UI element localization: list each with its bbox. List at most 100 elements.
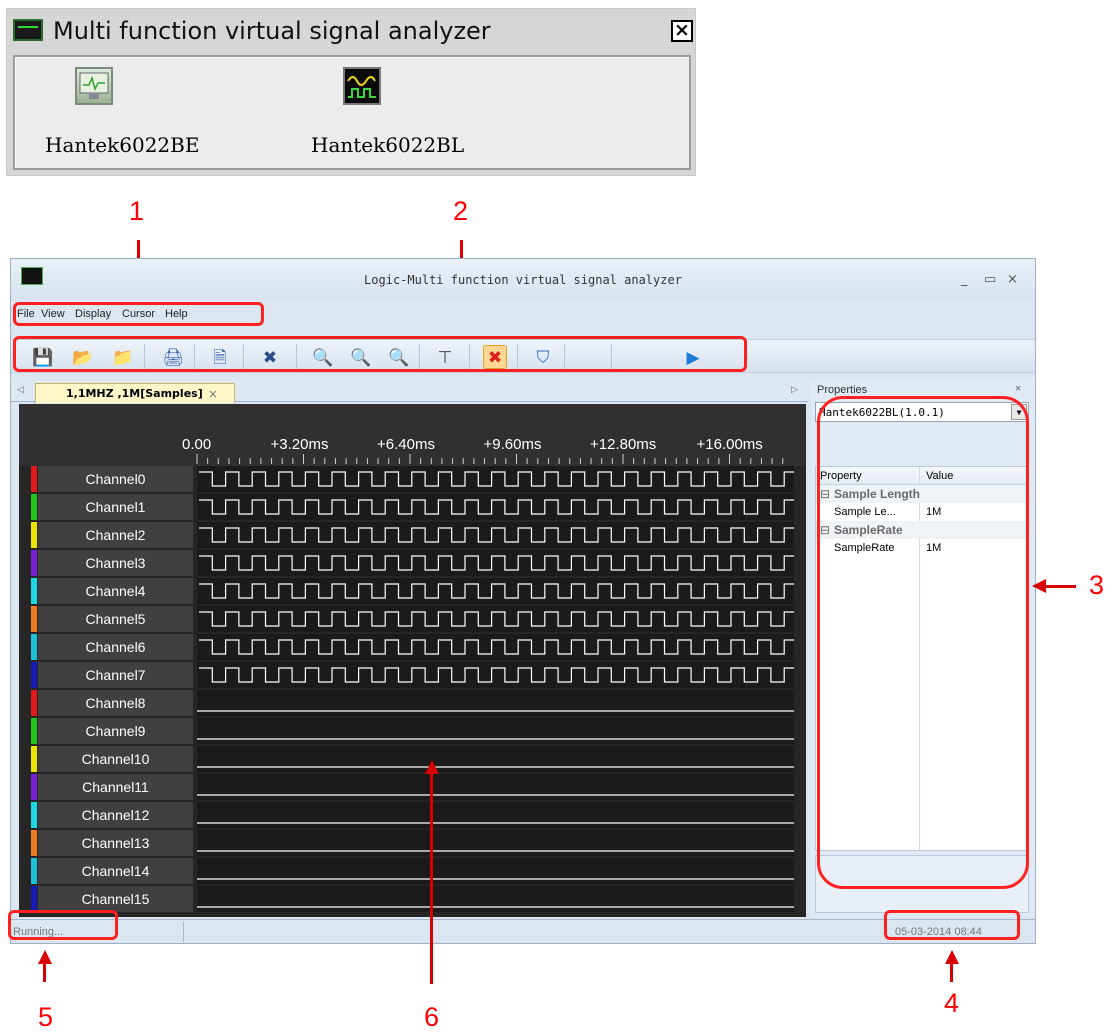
channel-trace: [197, 746, 794, 772]
channel-trace: [197, 578, 794, 604]
channel-row[interactable]: Channel11: [31, 774, 794, 800]
logic-waveform-icon: [343, 67, 381, 105]
channel-trace: [197, 886, 794, 912]
channel-color-marker: [31, 494, 37, 520]
channel-row[interactable]: Channel14: [31, 858, 794, 884]
channel-color-marker: [31, 690, 37, 716]
signal-waveform: [199, 471, 794, 487]
window-title-bar: Logic-Multi function virtual signal anal…: [11, 259, 1035, 299]
channel-label[interactable]: Channel4: [38, 578, 193, 604]
properties-title: Properties: [817, 384, 868, 396]
channel-row[interactable]: Channel12: [31, 802, 794, 828]
computer-monitor-icon: [75, 67, 113, 105]
channel-label[interactable]: Channel14: [38, 858, 193, 884]
channel-trace: [197, 690, 794, 716]
channel-color-marker: [31, 466, 37, 492]
signal-waveform: [199, 639, 794, 655]
channel-row[interactable]: Channel2: [31, 522, 794, 548]
close-icon[interactable]: ×: [671, 20, 693, 42]
callout-3-arrow: [1046, 585, 1076, 588]
channel-label[interactable]: Channel12: [38, 802, 193, 828]
ruler-label: +12.80ms: [590, 436, 657, 453]
dialog-title: Multi function virtual signal analyzer: [53, 17, 491, 45]
tab-strip: ◁ 1,1MHZ ,1M[Samples] × ▷: [11, 380, 808, 403]
channel-color-marker: [31, 606, 37, 632]
channel-trace: [197, 774, 794, 800]
channel-trace: [197, 802, 794, 828]
channel-label[interactable]: Channel10: [38, 746, 193, 772]
channel-row[interactable]: Channel9: [31, 718, 794, 744]
device-label: Hantek6022BL: [311, 133, 465, 157]
tab-scroll-right-icon[interactable]: ▷: [791, 384, 798, 395]
waveform-area[interactable]: 0.00 +3.20ms +6.40ms +9.60ms +12.80ms +16.00m…: [19, 404, 806, 917]
channel-label[interactable]: Channel1: [38, 494, 193, 520]
channel-row[interactable]: Channel0: [31, 466, 794, 492]
signal-waveform: [199, 611, 794, 627]
channel-row[interactable]: Channel3: [31, 550, 794, 576]
channel-color-marker: [31, 830, 37, 856]
channel-trace: [197, 662, 794, 688]
callout-3: 3: [1089, 570, 1105, 600]
tab-capture[interactable]: 1,1MHZ ,1M[Samples] ×: [35, 383, 235, 403]
channel-label[interactable]: Channel8: [38, 690, 193, 716]
window-title: Logic-Multi function virtual signal anal…: [364, 273, 682, 287]
channel-row[interactable]: Channel8: [31, 690, 794, 716]
channel-row[interactable]: Channel4: [31, 578, 794, 604]
channel-color-marker: [31, 858, 37, 884]
channel-color-marker: [31, 634, 37, 660]
channel-color-marker: [31, 746, 37, 772]
channel-color-marker: [31, 578, 37, 604]
channel-row[interactable]: Channel7: [31, 662, 794, 688]
arrow-head: [1032, 579, 1046, 593]
maximize-icon[interactable]: ▭: [984, 272, 996, 287]
status-bar: Running... 05-03-2014 08:44: [11, 919, 1035, 943]
channel-color-marker: [31, 662, 37, 688]
channel-row[interactable]: Channel10: [31, 746, 794, 772]
channel-label[interactable]: Channel11: [38, 774, 193, 800]
callout-2: 2: [453, 196, 469, 226]
device-hantek6022bl[interactable]: Hantek6022BL: [311, 67, 465, 167]
callout-4-arrow: [950, 962, 953, 982]
tab-scroll-left-icon[interactable]: ◁: [17, 384, 24, 395]
device-hantek6022be[interactable]: Hantek6022BE: [45, 67, 200, 167]
callout-5: 5: [38, 1002, 54, 1032]
minimize-icon[interactable]: _: [961, 272, 968, 287]
dialog-title-bar: Multi function virtual signal analyzer ×: [7, 9, 695, 49]
channel-label[interactable]: Channel9: [38, 718, 193, 744]
ruler-label: +9.60ms: [483, 436, 542, 453]
signal-waveform: [199, 527, 794, 543]
channel-color-marker: [31, 718, 37, 744]
channel-label[interactable]: Channel3: [38, 550, 193, 576]
channel-label[interactable]: Channel0: [38, 466, 193, 492]
channel-row[interactable]: Channel6: [31, 634, 794, 660]
channel-trace: [197, 466, 794, 492]
channel-label[interactable]: Channel15: [38, 886, 193, 912]
channel-trace: [197, 522, 794, 548]
highlight-toolbar: [13, 336, 747, 372]
channel-label[interactable]: Channel2: [38, 522, 193, 548]
channel-row[interactable]: Channel15: [31, 886, 794, 912]
callout-4: 4: [944, 988, 960, 1018]
channel-label[interactable]: Channel6: [38, 634, 193, 660]
status-divider: [183, 922, 184, 942]
channel-color-marker: [31, 522, 37, 548]
channel-row[interactable]: Channel5: [31, 606, 794, 632]
device-label: Hantek6022BE: [45, 133, 200, 157]
close-icon[interactable]: ×: [1007, 272, 1018, 287]
channel-color-marker: [31, 550, 37, 576]
channel-label[interactable]: Channel5: [38, 606, 193, 632]
channel-row[interactable]: Channel1: [31, 494, 794, 520]
channel-row[interactable]: Channel13: [31, 830, 794, 856]
channel-color-marker: [31, 886, 37, 912]
channel-label[interactable]: Channel13: [38, 830, 193, 856]
close-icon[interactable]: ×: [1015, 383, 1021, 395]
channel-trace: [197, 858, 794, 884]
channel-color-marker: [31, 802, 37, 828]
app-oscilloscope-icon: [13, 19, 43, 41]
channel-label[interactable]: Channel7: [38, 662, 193, 688]
signal-waveform: [199, 583, 794, 599]
tab-close-icon[interactable]: ×: [208, 387, 218, 401]
ruler-label: +3.20ms: [270, 436, 329, 453]
ruler-ticks: [196, 454, 784, 464]
channel-trace: [197, 830, 794, 856]
